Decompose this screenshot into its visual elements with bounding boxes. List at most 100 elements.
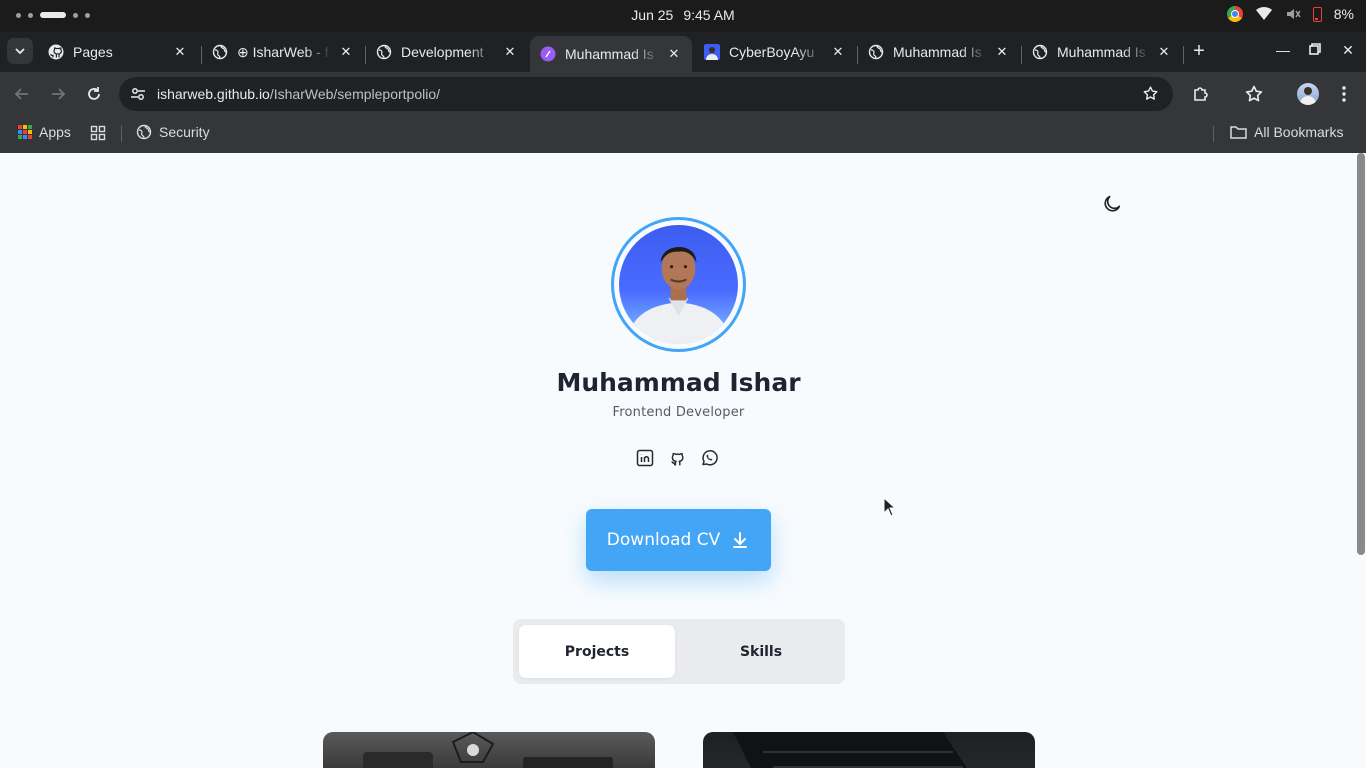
back-button[interactable] <box>10 82 34 106</box>
globe-icon <box>212 44 228 60</box>
time-text: 9:45 AM <box>683 7 735 23</box>
tab-pages[interactable]: Pages ✕ <box>38 36 198 68</box>
profile-role: Frontend Developer <box>612 405 745 420</box>
profile-photo <box>611 217 746 352</box>
bookmark-label: Security <box>159 124 210 140</box>
site-info-icon[interactable] <box>129 85 147 103</box>
grid-icon <box>90 125 106 141</box>
close-icon[interactable]: ✕ <box>502 44 518 60</box>
tab-title: CyberBoyAyu <box>729 44 815 60</box>
purple-site-icon <box>540 46 556 62</box>
url-host: isharweb.github.io <box>157 86 270 102</box>
tab-skills[interactable]: Skills <box>683 625 839 678</box>
project-card-1[interactable] <box>323 732 655 768</box>
tab-title: Muhammad Is <box>1057 44 1146 60</box>
clock[interactable]: Jun 25 9:45 AM <box>0 7 1366 23</box>
whatsapp-icon[interactable] <box>700 449 718 467</box>
globe-icon <box>136 124 152 140</box>
tab-strip: Pages ✕ ⊕ IsharWeb - f ✕ Development ✕ M… <box>0 32 1366 72</box>
tab-muhammad-ishar-active[interactable]: Muhammad Is ✕ <box>530 36 692 72</box>
close-icon[interactable]: ✕ <box>172 44 188 60</box>
globe-icon <box>868 44 884 60</box>
arrow-right-icon <box>52 88 66 100</box>
close-icon[interactable]: ✕ <box>1156 44 1172 60</box>
minimize-button[interactable]: — <box>1273 42 1293 58</box>
tab-title: Muhammad Is <box>893 44 982 60</box>
globe-icon <box>376 44 392 60</box>
tab-cyberboyayu[interactable]: CyberBoyAyu ✕ <box>694 36 856 68</box>
battery-percent: 8% <box>1333 6 1354 22</box>
tab-title: Muhammad Is <box>565 46 654 62</box>
content-tabs: Projects Skills <box>513 619 845 684</box>
forward-button[interactable] <box>46 82 70 106</box>
profile-avatar <box>1297 83 1319 105</box>
volume-muted-icon <box>1286 9 1301 19</box>
new-tab-button[interactable]: + <box>1188 41 1210 63</box>
more-vert-icon <box>1342 86 1346 102</box>
chrome-icon <box>1226 6 1243 22</box>
star-list-icon <box>1245 85 1263 102</box>
close-icon[interactable]: ✕ <box>338 44 354 60</box>
social-links <box>636 449 718 467</box>
bookmarks-panel-button[interactable] <box>1243 83 1265 105</box>
all-bookmarks-button[interactable]: All Bookmarks <box>1230 124 1343 140</box>
folder-icon <box>1230 126 1247 139</box>
project-image-2 <box>733 732 967 768</box>
menu-button[interactable] <box>1333 83 1355 105</box>
tab-isharweb[interactable]: ⊕ IsharWeb - f ✕ <box>202 36 364 68</box>
github-icon <box>48 44 64 60</box>
bookmark-apps[interactable]: Apps <box>18 124 71 140</box>
restore-button[interactable] <box>1305 42 1325 58</box>
profile-photo-image <box>619 225 738 344</box>
download-cv-label: Download CV <box>606 530 721 550</box>
system-tray[interactable]: 8% <box>1226 6 1354 22</box>
url-path: /IsharWeb/sempleportpolio/ <box>269 86 441 102</box>
url-text: isharweb.github.io/IsharWeb/sempleportpo… <box>157 86 440 102</box>
github-icon[interactable] <box>668 449 686 467</box>
puzzle-icon <box>1194 87 1208 101</box>
theme-toggle-button[interactable] <box>1101 193 1123 215</box>
bookmarks-bar: Apps Security All Bookmarks <box>0 116 1366 153</box>
close-icon[interactable]: ✕ <box>994 44 1010 60</box>
tab-muhammad-ishar-3[interactable]: Muhammad Is ✕ <box>1022 36 1182 68</box>
extensions-button[interactable] <box>1190 83 1212 105</box>
close-window-button[interactable]: ✕ <box>1338 42 1358 59</box>
page-content: Muhammad Ishar Frontend Developer Downlo… <box>0 153 1366 768</box>
profile-name: Muhammad Ishar <box>556 368 801 397</box>
tab-title: ⊕ IsharWeb - f <box>237 43 329 60</box>
download-icon <box>733 532 748 548</box>
download-cv-button[interactable]: Download CV <box>586 509 771 571</box>
browser-toolbar: isharweb.github.io/IsharWeb/sempleportpo… <box>0 72 1366 116</box>
bookmark-label: All Bookmarks <box>1254 124 1344 140</box>
linkedin-icon[interactable] <box>636 449 654 467</box>
profile-button[interactable] <box>1297 83 1319 105</box>
apps-grid-icon <box>18 125 32 139</box>
tab-projects[interactable]: Projects <box>519 625 675 678</box>
moon-icon <box>1104 195 1121 212</box>
bookmark-star-icon[interactable] <box>1142 85 1159 102</box>
os-top-bar: Jun 25 9:45 AM 8% <box>0 0 1366 32</box>
tab-title: Pages <box>73 44 113 60</box>
restore-icon <box>1309 43 1321 55</box>
arrow-left-icon <box>14 88 28 100</box>
close-icon[interactable]: ✕ <box>666 46 682 62</box>
battery-icon <box>1312 6 1322 22</box>
reload-button[interactable] <box>82 82 106 106</box>
avatar-icon <box>704 44 720 60</box>
date-text: Jun 25 <box>631 7 674 23</box>
mouse-cursor-icon <box>883 497 897 517</box>
bookmark-security[interactable]: Security <box>136 124 210 140</box>
globe-icon <box>1032 44 1048 60</box>
tab-development[interactable]: Development ✕ <box>366 36 528 68</box>
address-bar[interactable]: isharweb.github.io/IsharWeb/sempleportpo… <box>119 77 1173 111</box>
close-icon[interactable]: ✕ <box>830 44 846 60</box>
tab-groups-button[interactable] <box>90 125 106 141</box>
wifi-icon <box>1255 6 1272 20</box>
reload-icon <box>88 87 100 100</box>
project-card-2[interactable] <box>703 732 1035 768</box>
tab-muhammad-ishar-2[interactable]: Muhammad Is ✕ <box>858 36 1020 68</box>
bookmark-label: Apps <box>39 124 71 140</box>
chevron-down-icon <box>15 48 25 55</box>
page-scrollbar[interactable] <box>1357 153 1365 555</box>
tab-search-button[interactable] <box>7 38 33 64</box>
